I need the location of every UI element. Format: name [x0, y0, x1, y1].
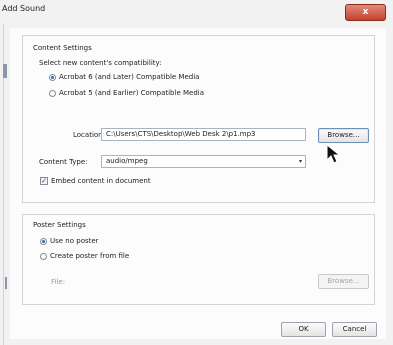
poster-settings-group: Poster Settings Use no poster Create pos… [22, 214, 375, 305]
close-icon: x [362, 7, 369, 17]
content-type-label: Content Type: [39, 158, 88, 166]
browse-button[interactable]: Browse... [318, 128, 369, 143]
poster-from-file-label[interactable]: Create poster from file [50, 252, 129, 260]
embed-checkbox[interactable]: ✓ [40, 177, 48, 185]
file-label: File: [51, 278, 66, 286]
dialog-title: Add Sound [2, 4, 46, 13]
background-window-fragment [5, 277, 7, 289]
embed-label[interactable]: Embed content in document [51, 177, 151, 185]
add-sound-dialog: Add Sound x Content Settings Select new … [0, 0, 393, 345]
arrow-cursor-icon [326, 144, 341, 164]
content-settings-group: Content Settings Select new content's co… [22, 35, 375, 203]
compatibility-prompt: Select new content's compatibility: [39, 59, 162, 67]
checkmark-icon: ✓ [41, 177, 47, 185]
title-bar: Add Sound x [0, 0, 393, 24]
no-poster-label[interactable]: Use no poster [50, 237, 99, 245]
content-type-value: audio/mpeg [106, 157, 148, 165]
acrobat6-label[interactable]: Acrobat 6 (and Later) Compatible Media [59, 73, 199, 81]
close-button[interactable]: x [345, 4, 386, 21]
acrobat5-label[interactable]: Acrobat 5 (and Earlier) Compatible Media [59, 89, 204, 97]
acrobat5-radio[interactable] [49, 90, 56, 97]
ok-button[interactable]: OK [281, 322, 326, 337]
location-field[interactable]: C:\Users\CTS\Desktop\Web Desk 2\p1.mp3 [101, 128, 306, 141]
poster-settings-title: Poster Settings [33, 221, 86, 229]
dialog-body: Content Settings Select new content's co… [10, 28, 386, 339]
chevron-down-icon: ▾ [298, 158, 302, 165]
content-type-select[interactable]: audio/mpeg ▾ [101, 155, 306, 168]
poster-from-file-radio[interactable] [40, 253, 47, 260]
acrobat6-radio[interactable] [49, 74, 56, 81]
background-window-fragment [3, 64, 7, 78]
cancel-button[interactable]: Cancel [332, 322, 377, 337]
poster-browse-button[interactable]: Browse... [318, 274, 369, 289]
content-settings-title: Content Settings [33, 44, 92, 52]
no-poster-radio[interactable] [40, 238, 47, 245]
